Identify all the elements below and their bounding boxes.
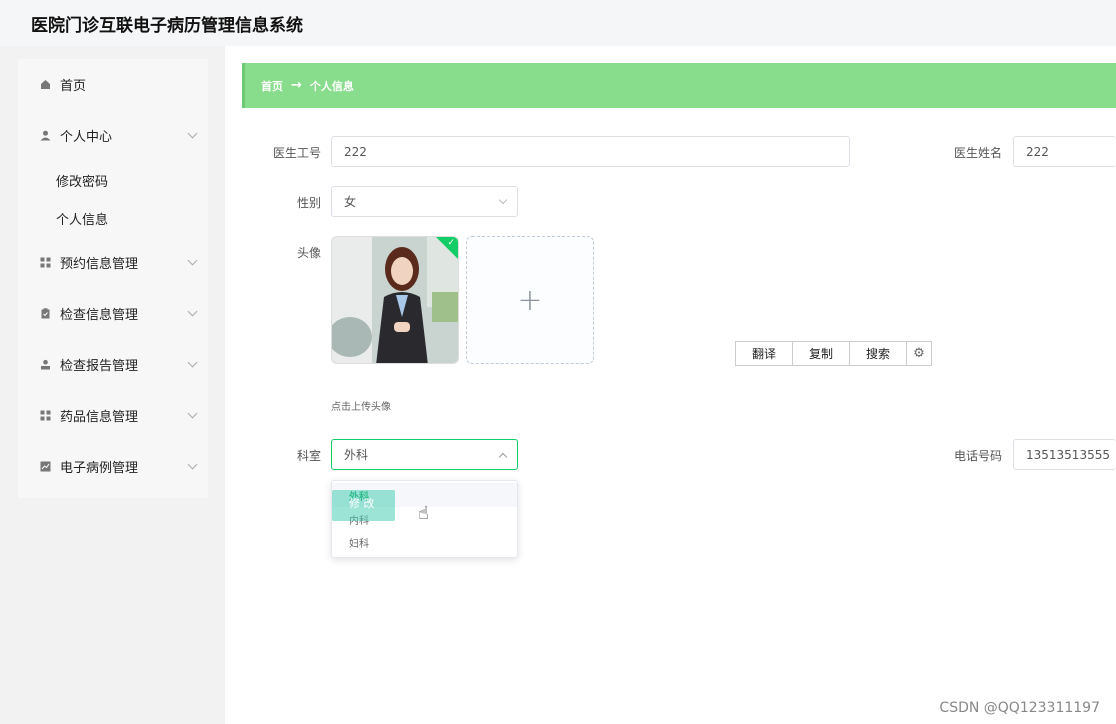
sidebar-item-exam-report[interactable]: 检查报告管理 (18, 339, 208, 390)
clipboard-icon (40, 308, 51, 319)
home-icon (40, 79, 51, 90)
breadcrumb: 首页 → 个人信息 (242, 63, 1116, 108)
chevron-down-icon (187, 408, 198, 419)
phone-input[interactable]: 13513513555 (1013, 439, 1116, 470)
top-bar: 医院门诊互联电子病历管理信息系统 (0, 0, 1116, 46)
grid-icon (40, 410, 51, 421)
translate-button[interactable]: 翻译 (736, 342, 793, 365)
watermark: CSDN @QQ123311197 (939, 700, 1100, 716)
breadcrumb-current: 个人信息 (309, 79, 354, 93)
grid-icon (40, 257, 51, 268)
upload-hint: 点击上传头像 (331, 402, 391, 413)
sidebar-item-emr[interactable]: 电子病例管理 (18, 441, 208, 492)
department-dropdown: 外科 内科 妇科 修 改 ☝ (331, 480, 518, 558)
department-value: 外科 (344, 448, 369, 462)
chevron-down-icon (187, 255, 198, 266)
check-icon: ✓ (436, 237, 458, 259)
breadcrumb-home[interactable]: 首页 (261, 78, 283, 94)
sidebar-item-label: 预约信息管理 (60, 257, 139, 272)
sidebar-subitem-change-password[interactable]: 修改密码 (18, 161, 208, 199)
dropdown-option[interactable]: 妇科 (332, 530, 517, 554)
copy-button[interactable]: 复制 (793, 342, 850, 365)
app-title: 医院门诊互联电子病历管理信息系统 (31, 16, 303, 36)
chart-icon (40, 461, 51, 472)
plus-icon: + (517, 282, 543, 318)
sidebar-item-label: 电子病例管理 (60, 461, 139, 476)
text-selection-toolbar: 翻译 复制 搜索 ⚙ (735, 341, 932, 366)
sidebar-menu: 首页 个人中心 修改密码 个人信息 预约信息管理 检查信息管理 检查报告管理 药… (18, 59, 208, 498)
sidebar-item-home[interactable]: 首页 (18, 59, 208, 110)
chevron-down-icon (187, 357, 198, 368)
gender-label: 性别 (296, 196, 321, 210)
sidebar-item-drug-info[interactable]: 药品信息管理 (18, 390, 208, 441)
gender-value: 女 (344, 195, 357, 209)
sidebar-item-label: 首页 (60, 79, 87, 94)
department-label: 科室 (296, 449, 321, 463)
doctor-id-input[interactable]: 222 (331, 136, 850, 167)
edit-overlay-chip: 修 改 (332, 490, 395, 521)
chevron-down-icon (187, 306, 198, 317)
gender-select[interactable]: 女 (331, 186, 518, 217)
sidebar-item-appointment[interactable]: 预约信息管理 (18, 237, 208, 288)
department-select[interactable]: 外科 (331, 439, 518, 470)
chevron-down-icon (187, 128, 198, 139)
hand-pointer-icon: ☝ (418, 503, 429, 524)
sidebar-item-label: 检查信息管理 (60, 308, 139, 323)
search-button[interactable]: 搜索 (850, 342, 907, 365)
sidebar-container: 首页 个人中心 修改密码 个人信息 预约信息管理 检查信息管理 检查报告管理 药… (18, 46, 225, 724)
chevron-down-icon (187, 459, 198, 470)
phone-label: 电话号码 (953, 449, 1002, 463)
user-icon (40, 359, 51, 370)
doctor-id-label: 医生工号 (272, 146, 321, 160)
sidebar-item-label: 检查报告管理 (60, 359, 139, 374)
breadcrumb-separator: → (291, 78, 302, 93)
left-edge-strip (0, 46, 18, 724)
avatar-label: 头像 (296, 246, 321, 260)
sidebar-subitem-personal-info[interactable]: 个人信息 (18, 199, 208, 237)
main-content: 首页 → 个人信息 医生工号 222 医生姓名 222 性别 女 头像 ✓ + … (225, 46, 1116, 724)
doctor-name-input[interactable]: 222 (1013, 136, 1116, 167)
doctor-name-label: 医生姓名 (953, 146, 1002, 160)
sidebar-item-personal-center[interactable]: 个人中心 (18, 110, 208, 161)
user-icon (40, 130, 51, 141)
chevron-down-icon (498, 195, 508, 205)
avatar-image[interactable]: ✓ (331, 236, 459, 364)
sidebar-item-exam-info[interactable]: 检查信息管理 (18, 288, 208, 339)
chevron-up-icon (498, 452, 508, 462)
gear-icon[interactable]: ⚙ (907, 342, 931, 365)
sidebar-item-label: 药品信息管理 (60, 410, 139, 425)
sidebar-item-label: 个人中心 (60, 130, 113, 145)
upload-avatar-button[interactable]: + (466, 236, 594, 364)
